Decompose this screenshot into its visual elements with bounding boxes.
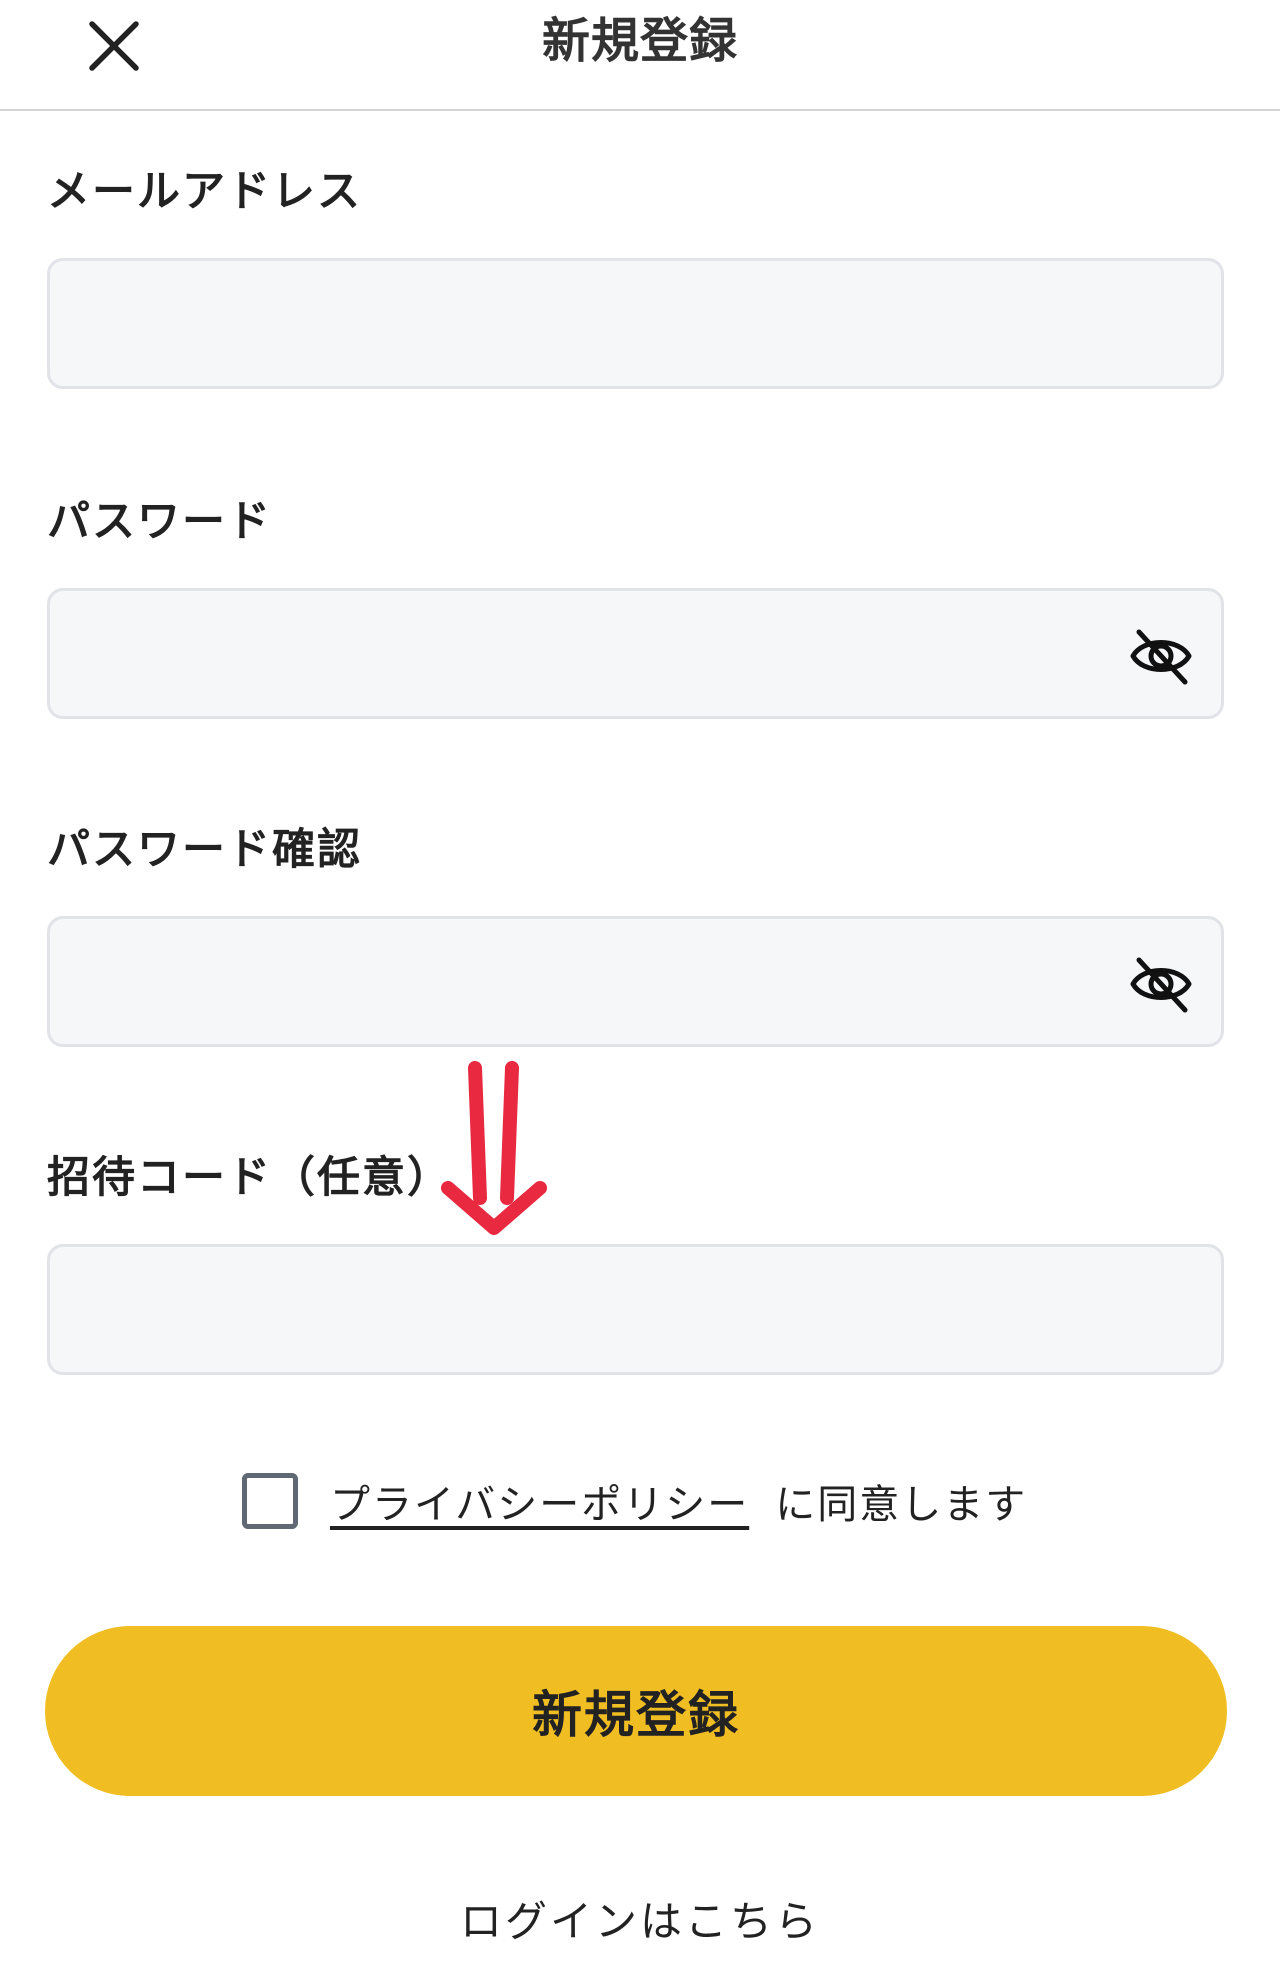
password-confirm-input[interactable] <box>50 919 1221 1044</box>
eye-slash-icon[interactable] <box>1125 948 1197 1020</box>
email-input[interactable] <box>50 261 1221 386</box>
privacy-consent-checkbox[interactable] <box>242 1473 298 1529</box>
password-field-box <box>47 588 1224 719</box>
login-link[interactable]: ログインはこちら <box>0 1888 1280 1949</box>
consent-text: に同意します <box>775 1482 1028 1528</box>
email-label: メールアドレス <box>47 167 362 217</box>
invite-code-field-box <box>47 1244 1224 1375</box>
password-label: パスワード <box>47 497 272 547</box>
password-confirm-field-box <box>47 916 1224 1047</box>
privacy-policy-link[interactable]: プライバシーポリシー <box>330 1472 749 1530</box>
invite-code-label: 招待コード（任意） <box>47 1153 452 1203</box>
email-field-box <box>47 258 1224 389</box>
header-bar: 新規登録 <box>0 0 1280 111</box>
password-confirm-label: パスワード確認 <box>47 825 362 875</box>
password-input[interactable] <box>50 591 1221 716</box>
privacy-consent-row: プライバシーポリシー に同意します <box>242 1468 1027 1534</box>
page-title: 新規登録 <box>541 13 738 69</box>
eye-slash-icon[interactable] <box>1125 620 1197 692</box>
register-button[interactable]: 新規登録 <box>45 1626 1227 1796</box>
invite-code-input[interactable] <box>50 1247 1221 1372</box>
